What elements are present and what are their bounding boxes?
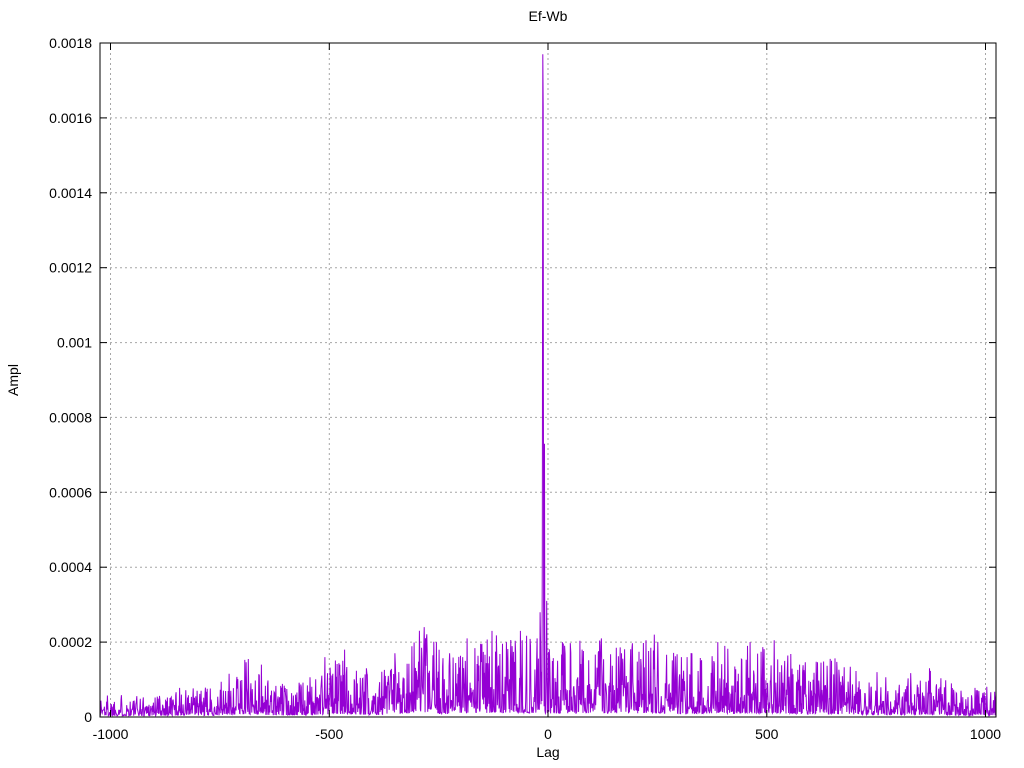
y-tick-label: 0.0012 [49, 260, 92, 276]
y-tick-label: 0 [84, 709, 92, 725]
x-axis-label: Lag [536, 744, 559, 760]
y-tick-label: 0.0002 [49, 634, 92, 650]
y-tick-label: 0.0008 [49, 409, 92, 425]
y-tick-label: 0.001 [57, 335, 92, 351]
x-tick-labels: -1000 -500 0 500 1000 [93, 726, 1002, 742]
x-tick-label: 500 [755, 726, 779, 742]
y-tick-label: 0.0006 [49, 484, 92, 500]
x-tick-label: 1000 [970, 726, 1001, 742]
plot-title: Ef-Wb [529, 8, 568, 24]
y-axis-label: Ampl [5, 364, 21, 396]
x-tick-label: -1000 [93, 726, 129, 742]
y-tick-labels: 0 0.0002 0.0004 0.0006 0.0008 0.001 0.0012 0.00… [49, 35, 92, 725]
y-tick-label: 0.0016 [49, 110, 92, 126]
x-tick-label: 0 [544, 726, 552, 742]
correlation-plot-canvas: 0 0.0002 0.0004 0.0006 0.0008 0.001 0.0012 0.00… [5, 8, 1002, 760]
y-tick-label: 0.0004 [49, 559, 92, 575]
y-tick-label: 0.0018 [49, 35, 92, 51]
correlation-chart: 0 0.0002 0.0004 0.0006 0.0008 0.001 0.0012 0.00… [0, 0, 1024, 768]
y-tick-label: 0.0014 [49, 185, 92, 201]
x-tick-label: -500 [315, 726, 343, 742]
grid-lines [100, 42, 996, 718]
